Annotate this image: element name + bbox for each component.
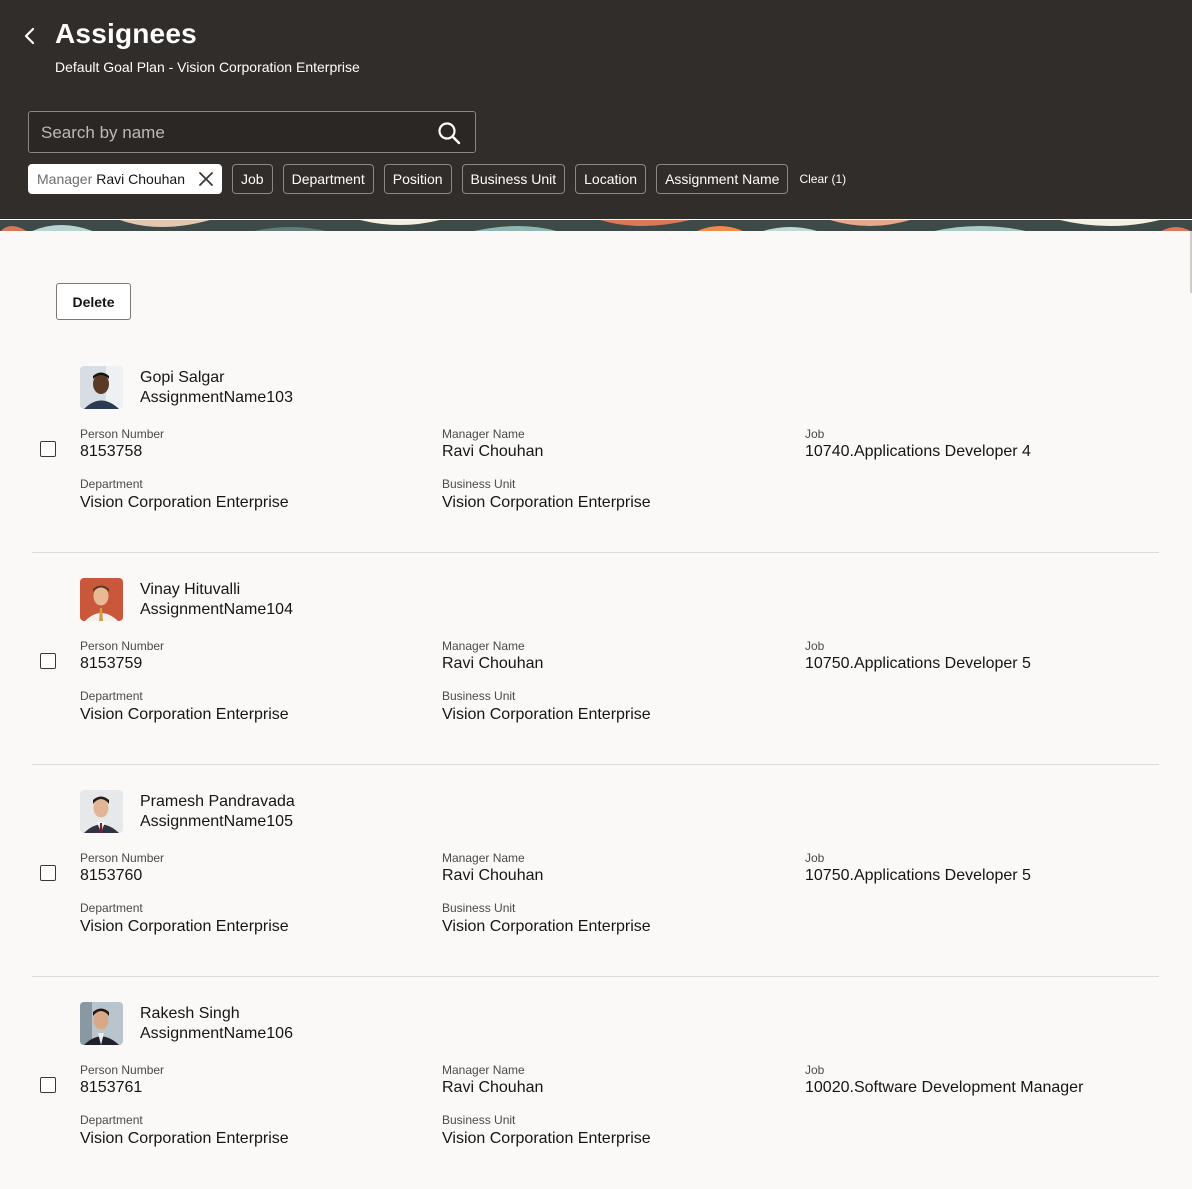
business-unit-value: Vision Corporation Enterprise: [442, 918, 651, 935]
assignee-card: Gopi Salgar AssignmentName103 Person Num…: [32, 341, 1159, 553]
filter-chip-location[interactable]: Location: [575, 164, 647, 194]
department-value: Vision Corporation Enterprise: [80, 706, 289, 723]
remove-filter-button[interactable]: [197, 170, 215, 188]
filter-chip-manager[interactable]: Manager Ravi Chouhan: [28, 164, 222, 194]
department-value: Vision Corporation Enterprise: [80, 1130, 289, 1147]
assignment-name: AssignmentName103: [140, 389, 293, 406]
row-checkbox[interactable]: [40, 865, 56, 881]
assignee-card: Pramesh Pandravada AssignmentName105 Per…: [32, 765, 1159, 977]
business-unit-label: Business Unit: [442, 477, 516, 491]
person-number-label: Person Number: [80, 1063, 165, 1077]
manager-name-value: Ravi Chouhan: [442, 655, 544, 672]
person-number-label: Person Number: [80, 639, 165, 653]
department-value: Vision Corporation Enterprise: [80, 494, 289, 511]
assignee-card: Vinay Hituvalli AssignmentName104 Person…: [32, 553, 1159, 765]
person-number-value: 8153758: [80, 443, 143, 460]
search-icon[interactable]: [437, 121, 461, 145]
business-unit-label: Business Unit: [442, 689, 516, 703]
job-label: Job: [805, 639, 825, 653]
filter-chips: Manager Ravi Chouhan Job Department Posi…: [28, 163, 846, 195]
clear-filters-link[interactable]: Clear (1): [799, 172, 846, 186]
business-unit-label: Business Unit: [442, 1113, 516, 1127]
job-value: 10750.Applications Developer 5: [805, 867, 1031, 884]
manager-name-label: Manager Name: [442, 851, 525, 865]
job-label: Job: [805, 851, 825, 865]
page-header: Assignees Default Goal Plan - Vision Cor…: [0, 0, 1192, 219]
close-icon: [199, 172, 213, 186]
job-value: 10750.Applications Developer 5: [805, 655, 1031, 672]
business-unit-value: Vision Corporation Enterprise: [442, 1130, 651, 1147]
assignee-card: Rakesh Singh AssignmentName106 Person Nu…: [32, 977, 1159, 1189]
row-checkbox[interactable]: [40, 1077, 56, 1093]
filter-chip-department[interactable]: Department: [282, 164, 374, 194]
department-label: Department: [80, 901, 143, 915]
department-label: Department: [80, 1113, 143, 1127]
person-name[interactable]: Gopi Salgar: [140, 369, 225, 387]
person-number-value: 8153760: [80, 867, 143, 884]
filter-chip-business-unit[interactable]: Business Unit: [461, 164, 566, 194]
person-name[interactable]: Vinay Hituvalli: [140, 581, 240, 599]
back-button[interactable]: [18, 24, 42, 48]
manager-name-label: Manager Name: [442, 427, 525, 441]
manager-name-label: Manager Name: [442, 1063, 525, 1077]
assignment-name: AssignmentName104: [140, 601, 293, 618]
person-number-label: Person Number: [80, 427, 165, 441]
avatar: [80, 366, 123, 409]
search-box: [28, 111, 476, 154]
page-title: Assignees: [55, 18, 197, 49]
job-label: Job: [805, 427, 825, 441]
business-unit-value: Vision Corporation Enterprise: [442, 494, 651, 511]
manager-name-label: Manager Name: [442, 639, 525, 653]
manager-name-value: Ravi Chouhan: [442, 1079, 544, 1096]
chevron-left-icon: [24, 27, 35, 45]
person-number-label: Person Number: [80, 851, 165, 865]
row-checkbox[interactable]: [40, 441, 56, 457]
filter-chip-assignment-name[interactable]: Assignment Name: [656, 164, 789, 194]
job-value: 10740.Applications Developer 4: [805, 443, 1031, 460]
department-label: Department: [80, 689, 143, 703]
filter-chip-job[interactable]: Job: [232, 164, 273, 194]
job-value: 10020.Software Development Manager: [805, 1079, 1084, 1096]
avatar: [80, 1002, 123, 1045]
avatar: [80, 790, 123, 833]
person-name[interactable]: Rakesh Singh: [140, 1005, 240, 1023]
manager-name-value: Ravi Chouhan: [442, 443, 544, 460]
filter-chip-manager-label: Manager: [37, 171, 93, 187]
department-value: Vision Corporation Enterprise: [80, 918, 289, 935]
person-number-value: 8153761: [80, 1079, 143, 1096]
avatar: [80, 578, 123, 621]
manager-name-value: Ravi Chouhan: [442, 867, 544, 884]
filter-chip-manager-value: Ravi Chouhan: [96, 171, 185, 187]
job-label: Job: [805, 1063, 825, 1077]
person-name[interactable]: Pramesh Pandravada: [140, 793, 295, 811]
department-label: Department: [80, 477, 143, 491]
search-input[interactable]: [29, 112, 443, 154]
business-unit-label: Business Unit: [442, 901, 516, 915]
person-number-value: 8153759: [80, 655, 143, 672]
row-checkbox[interactable]: [40, 653, 56, 669]
assignment-name: AssignmentName105: [140, 813, 293, 830]
assignment-name: AssignmentName106: [140, 1025, 293, 1042]
decorative-banner: [0, 219, 1192, 231]
delete-button[interactable]: Delete: [56, 283, 131, 320]
filter-chip-position[interactable]: Position: [383, 164, 452, 194]
page-subtitle: Default Goal Plan - Vision Corporation E…: [55, 59, 360, 75]
business-unit-value: Vision Corporation Enterprise: [442, 706, 651, 723]
